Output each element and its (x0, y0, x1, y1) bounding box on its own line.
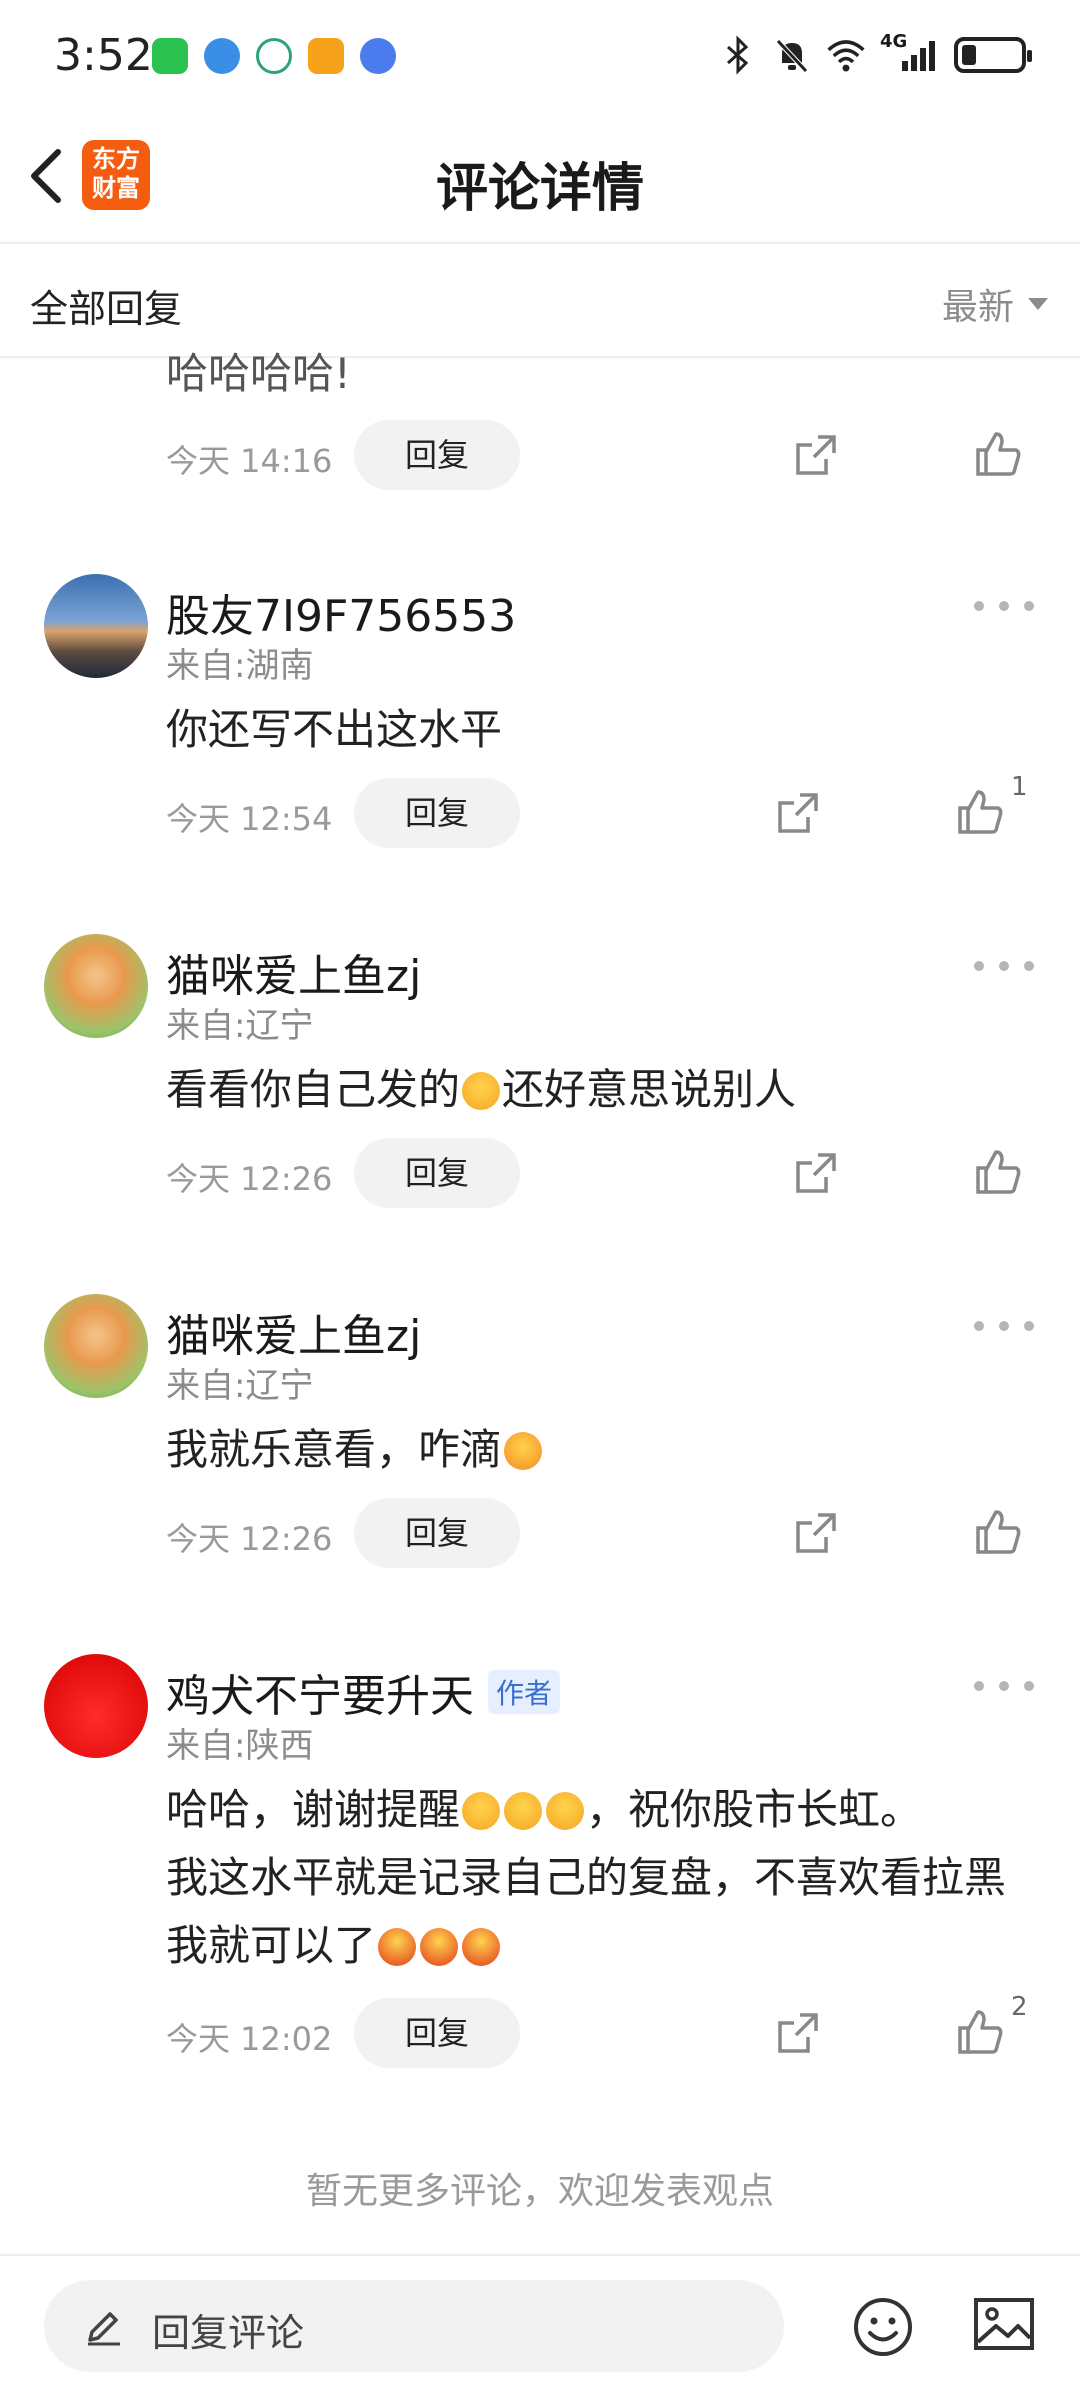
comment-text: 你还写不出这水平 (166, 705, 503, 754)
status-indicators: 4G (718, 30, 1032, 80)
comment-meta: 今天 12:26 回复 (166, 1498, 1046, 1568)
comment-username[interactable]: 股友7I9F756553 (166, 580, 516, 644)
thumbs-up-icon[interactable] (974, 1508, 1022, 1556)
comment-text: 看看你自己发的 还好意思说别人 (166, 1056, 1046, 1124)
avatar[interactable] (44, 934, 148, 1038)
comment-username[interactable]: 猫咪爱上鱼zj (166, 1300, 421, 1364)
bluetooth-icon (718, 35, 758, 75)
comment-text-part: ，祝你股市长虹。 (586, 1785, 923, 1834)
mute-bell-icon (772, 35, 812, 75)
reply-button[interactable]: 回复 (354, 1498, 520, 1568)
comment-text-part: 我就乐意看，咋滴 (166, 1425, 503, 1474)
share-icon[interactable] (794, 433, 838, 477)
nav-bar: 东方 财富 评论详情 (0, 110, 1080, 244)
comment-text: 哈哈，谢谢提醒 ，祝你股市长虹。 我这水平就是记录自己的复盘，不喜欢看拉黑我就可以… (166, 1776, 1046, 1980)
username-text: 股友7I9F756553 (166, 591, 517, 642)
thumbs-up-icon[interactable] (956, 2008, 1004, 2056)
battery-icon (954, 37, 1032, 73)
all-replies-label: 全部回复 (30, 287, 183, 331)
share-icon[interactable] (794, 1151, 838, 1195)
reply-button[interactable]: 回复 (354, 1998, 520, 2068)
username-text: 鸡犬不宁要升天 (166, 1671, 474, 1722)
more-dots-icon[interactable] (974, 1316, 1034, 1336)
app-notification-icon (308, 38, 344, 74)
comment-text-part: 我这水平就是记录自己的复盘，不喜欢看拉黑我就可以了 (166, 1853, 1007, 1970)
avatar[interactable] (44, 1294, 148, 1398)
reply-input[interactable]: 回复评论 (44, 2280, 784, 2372)
status-bar: 3:52 4G (0, 0, 1080, 110)
comment-time: 今天 14:16 (166, 442, 333, 480)
more-dots-icon[interactable] (974, 596, 1034, 616)
comment-time: 今天 12:02 (166, 2020, 333, 2058)
wechat-icon (152, 38, 188, 74)
comment-meta: 今天 14:16 回复 (166, 420, 1046, 490)
more-dots-icon[interactable] (974, 1676, 1034, 1696)
reply-button[interactable]: 回复 (354, 1138, 520, 1208)
grimace-emoji-icon (504, 1432, 543, 1470)
comment-text: 哈哈哈哈! (166, 349, 351, 398)
comment-meta: 今天 12:26 回复 (166, 1138, 1046, 1208)
comment-time: 今天 12:26 (166, 1520, 333, 1558)
more-dots-icon[interactable] (974, 956, 1034, 976)
comment-meta: 今天 12:02 回复 2 (166, 1992, 1046, 2068)
comment-location: 来自:陕西 (166, 1726, 314, 1766)
network-type-label: 4G (880, 31, 908, 52)
app-notification-icon (204, 38, 240, 74)
thumbs-up-icon[interactable] (974, 430, 1022, 478)
reply-input-placeholder: 回复评论 (152, 2311, 305, 2355)
share-icon[interactable] (794, 1511, 838, 1555)
author-badge: 作者 (488, 1670, 561, 1714)
comment-text-part: 看看你自己发的 (166, 1065, 461, 1114)
reply-button[interactable]: 回复 (354, 420, 520, 490)
thumbs-up-icon[interactable] (974, 1148, 1022, 1196)
comment-location: 来自:湖南 (166, 646, 314, 686)
reply-button[interactable]: 回复 (354, 778, 520, 848)
page-title: 评论详情 (435, 159, 644, 219)
comment-text-part: 还好意思说别人 (502, 1065, 797, 1114)
comment-username[interactable]: 鸡犬不宁要升天 作者 (166, 1660, 561, 1724)
comment-meta: 今天 12:54 回复 1 (166, 772, 1046, 848)
share-icon[interactable] (776, 791, 820, 835)
status-time: 3:52 (54, 30, 153, 81)
share-icon[interactable] (776, 2011, 820, 2055)
fortune-emoji-icon (462, 1928, 501, 1966)
cellular-signal-icon: 4G (880, 31, 940, 75)
like-count: 1 (1011, 772, 1028, 802)
emoji-icon[interactable] (852, 2296, 914, 2358)
app-notification-icon (256, 38, 292, 74)
laughing-emoji-icon (504, 1792, 543, 1830)
comment-location: 来自:辽宁 (166, 1006, 314, 1046)
sort-label: 最新 (941, 287, 1014, 328)
comment-time: 今天 12:54 (166, 800, 333, 838)
avatar[interactable] (44, 574, 148, 678)
fortune-emoji-icon (378, 1928, 417, 1966)
bottom-bar: 回复评论 (0, 2254, 1080, 2390)
avatar[interactable] (44, 1654, 148, 1758)
comment-time: 今天 12:26 (166, 1160, 333, 1198)
username-text: 猫咪爱上鱼zj (166, 1311, 422, 1362)
comment-text-part: 哈哈，谢谢提醒 (166, 1785, 461, 1834)
username-text: 猫咪爱上鱼zj (166, 951, 422, 1002)
chevron-down-icon (1028, 298, 1048, 310)
no-more-comments-note: 暂无更多评论，欢迎发表观点 (305, 2171, 774, 2212)
sort-dropdown[interactable]: 最新 (942, 278, 1048, 330)
like-count: 2 (1011, 1992, 1028, 2022)
laughing-emoji-icon (462, 1072, 501, 1110)
laughing-emoji-icon (546, 1792, 585, 1830)
music-icon (360, 38, 396, 74)
laughing-emoji-icon (462, 1792, 501, 1830)
comment-username[interactable]: 猫咪爱上鱼zj (166, 940, 421, 1004)
pencil-icon (88, 2312, 120, 2346)
image-icon[interactable] (972, 2296, 1036, 2352)
comment-text: 我就乐意看，咋滴 (166, 1416, 1046, 1484)
comment-location: 来自:辽宁 (166, 1366, 314, 1406)
thumbs-up-icon[interactable] (956, 788, 1004, 836)
wifi-icon (826, 35, 866, 75)
fortune-emoji-icon (420, 1928, 459, 1966)
